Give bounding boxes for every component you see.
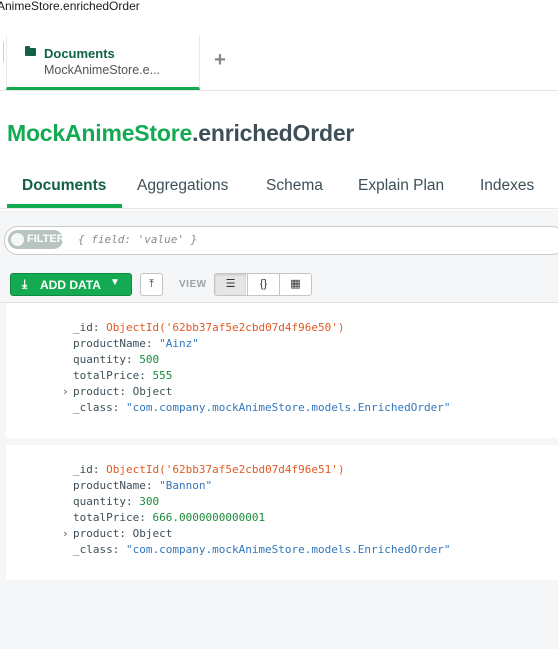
- table-view-button[interactable]: ▦: [279, 274, 311, 295]
- list-view-button[interactable]: ☰: [215, 274, 246, 295]
- add-tab-button[interactable]: +: [210, 50, 230, 70]
- chevron-right-icon[interactable]: ›: [62, 526, 69, 542]
- field-value: Object: [132, 527, 173, 540]
- field-value: 555: [152, 369, 173, 382]
- filter-placeholder: { field: 'value' }: [78, 233, 198, 246]
- folder-icon: [25, 46, 36, 56]
- field-value: "Ainz": [159, 337, 199, 350]
- export-button[interactable]: ⤒: [140, 273, 163, 296]
- tab-subtitle: MockAnimeStore.e...: [44, 63, 161, 77]
- documents-toolbar: ⤓ ADD DATA ▼ ⤒ VIEW ☰ {} ▦: [0, 267, 558, 303]
- tab-aggregations[interactable]: Aggregations: [137, 177, 228, 195]
- document-list: _id: ObjectId('62bb37af5e2cbd07d4f96e50'…: [0, 303, 558, 649]
- chevron-right-icon[interactable]: ›: [62, 384, 69, 400]
- view-label: VIEW: [179, 279, 207, 290]
- field-key: totalPrice: 555: [73, 369, 173, 382]
- caret-down-icon: ▼: [110, 277, 120, 288]
- field-key: productName: "Ainz": [73, 337, 199, 350]
- json-view-button[interactable]: {}: [247, 274, 279, 295]
- collection-subtabs: Documents Aggregations Schema Explain Pl…: [0, 163, 558, 209]
- field-key: totalPrice: 666.0000000000001: [73, 511, 266, 524]
- field-key: product: Object: [73, 527, 173, 540]
- namespace-title: MockAnimeStore.enrichedOrder: [7, 120, 354, 147]
- export-icon: ⤒: [149, 278, 154, 290]
- documents-tab[interactable]: Documents MockAnimeStore.e...: [6, 36, 200, 90]
- tab-documents[interactable]: Documents: [22, 177, 106, 195]
- filter-pill: FILTER: [8, 230, 65, 249]
- field-value: ObjectId('62bb37af5e2cbd07d4f96e51'): [106, 463, 345, 476]
- collection-name: .enrichedOrder: [192, 120, 355, 146]
- filter-pill-label: FILTER: [27, 233, 65, 245]
- field-value: 300: [139, 495, 160, 508]
- filter-toggle-icon: [11, 233, 24, 246]
- list-view-icon: ☰: [225, 278, 236, 290]
- field-key: quantity: 300: [73, 495, 160, 508]
- view-mode-group: ☰ {} ▦: [214, 273, 312, 296]
- field-key: _id: ObjectId('62bb37af5e2cbd07d4f96e51'…: [73, 463, 345, 476]
- field-key: productName: "Bannon": [73, 479, 213, 492]
- field-value: ObjectId('62bb37af5e2cbd07d4f96e50'): [106, 321, 345, 334]
- active-tab-indicator: [7, 204, 122, 208]
- download-icon: ⤓: [22, 277, 28, 291]
- field-value: 500: [139, 353, 160, 366]
- tab-strip-edge: [0, 42, 4, 62]
- field-key: _class: "com.company.mockAnimeStore.mode…: [73, 543, 451, 556]
- tab-strip: Documents MockAnimeStore.e... +: [0, 36, 558, 91]
- table-view-icon: ▦: [290, 278, 301, 290]
- field-value: "Bannon": [159, 479, 213, 492]
- field-value: 666.0000000000001: [152, 511, 266, 524]
- field-key: _class: "com.company.mockAnimeStore.mode…: [73, 401, 451, 414]
- field-key: quantity: 500: [73, 353, 160, 366]
- document-card[interactable]: _id: ObjectId('62bb37af5e2cbd07d4f96e51'…: [6, 445, 558, 580]
- filter-bar: FILTER { field: 'value' }: [0, 210, 558, 267]
- document-card[interactable]: _id: ObjectId('62bb37af5e2cbd07d4f96e50'…: [6, 303, 558, 438]
- add-data-button[interactable]: ⤓ ADD DATA ▼: [10, 273, 132, 296]
- field-key: product: Object: [73, 385, 173, 398]
- json-view-icon: {}: [259, 278, 268, 290]
- tab-indexes[interactable]: Indexes: [480, 177, 534, 195]
- field-key: _id: ObjectId('62bb37af5e2cbd07d4f96e50'…: [73, 321, 345, 334]
- field-value: Object: [132, 385, 173, 398]
- tab-explain-plan[interactable]: Explain Plan: [358, 177, 444, 195]
- tab-title: Documents: [44, 46, 115, 61]
- add-data-label: ADD DATA: [40, 278, 101, 292]
- field-value: "com.company.mockAnimeStore.models.Enric…: [125, 543, 451, 556]
- tab-schema[interactable]: Schema: [266, 177, 323, 195]
- database-name: MockAnimeStore: [7, 120, 193, 146]
- field-value: "com.company.mockAnimeStore.models.Enric…: [125, 401, 451, 414]
- window-title: AnimeStore.enrichedOrder: [0, 0, 140, 13]
- filter-input[interactable]: FILTER { field: 'value' }: [4, 226, 558, 255]
